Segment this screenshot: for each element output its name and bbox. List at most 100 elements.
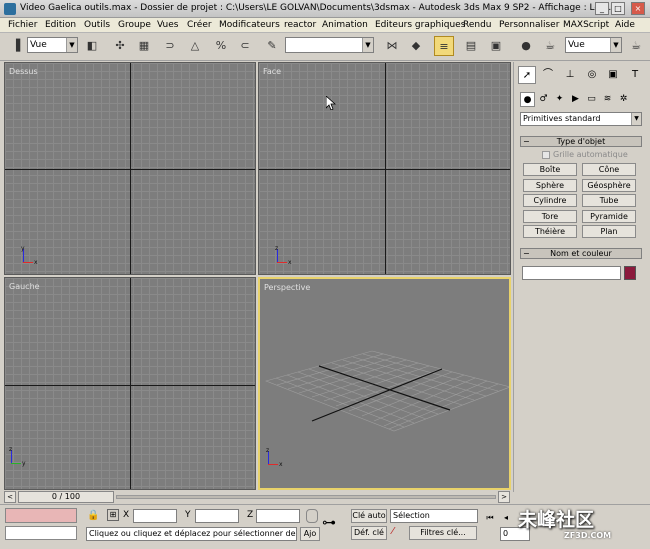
checkbox-box (542, 150, 550, 159)
viewport-label[interactable]: Dessus (9, 67, 38, 76)
curve-editor-icon[interactable]: ▤ (461, 36, 481, 56)
primitive-geosphere-button[interactable]: Géosphère (582, 179, 636, 192)
auto-key-button[interactable]: Clé auto (351, 509, 387, 523)
title-bar: Video Gaelica outils.max - Dossier de pr… (0, 0, 650, 18)
quick-render-icon[interactable]: ☕ (626, 36, 646, 56)
perspective-grid (265, 350, 509, 432)
schematic-view-icon[interactable]: ▣ (486, 36, 506, 56)
systems-icon[interactable]: ✲ (616, 92, 631, 107)
modify-tab-icon[interactable]: ⌒ (539, 66, 557, 84)
time-prev-button[interactable]: < (4, 491, 16, 503)
3dsmax-app-icon[interactable] (4, 3, 16, 15)
menu-creer[interactable]: Créer (187, 20, 212, 30)
cameras-icon[interactable]: ▶ (568, 92, 583, 107)
keyboard-shortcut-icon[interactable]: ▦ (134, 36, 154, 56)
z-coordinate-field[interactable] (256, 509, 300, 523)
menu-animation[interactable]: Animation (322, 20, 368, 30)
time-next-button[interactable]: > (498, 491, 510, 503)
lights-icon[interactable]: ✦ (552, 92, 567, 107)
viewport-top[interactable]: Dessus y x (4, 62, 256, 275)
menu-groupe[interactable]: Groupe (118, 20, 151, 30)
axis-x-label: x (288, 259, 292, 266)
maxscript-listener-white[interactable] (5, 526, 77, 540)
hierarchy-tab-icon[interactable]: ⊥ (561, 66, 579, 84)
object-name-field[interactable] (522, 266, 621, 280)
primitive-tube-button[interactable]: Tube (582, 194, 636, 207)
percent-snap-icon[interactable]: % (211, 36, 231, 56)
viewport-front[interactable]: Face z x (258, 62, 511, 275)
angle-snap-icon[interactable]: △ (185, 36, 205, 56)
undo-icon[interactable]: ▐ (6, 36, 26, 56)
menu-vues[interactable]: Vues (157, 20, 178, 30)
primitive-box-button[interactable]: Boîte (523, 163, 577, 176)
viewport-label[interactable]: Face (263, 67, 281, 76)
key-icon[interactable]: ⊶ (322, 515, 336, 531)
primitive-cylinder-button[interactable]: Cylindre (523, 194, 577, 207)
space-warps-icon[interactable]: ≋ (600, 92, 615, 107)
object-color-swatch[interactable] (624, 266, 636, 280)
lock-selection-icon[interactable]: 🔒 (87, 510, 99, 521)
menu-maxscript[interactable]: MAXScript (563, 20, 609, 30)
menu-aide[interactable]: Aide (615, 20, 635, 30)
menu-reactor[interactable]: reactor (284, 20, 316, 30)
select-manipulate-icon[interactable]: ✣ (110, 36, 130, 56)
primitive-plane-button[interactable]: Plan (582, 225, 636, 238)
menu-edition[interactable]: Edition (45, 20, 76, 30)
material-editor-icon[interactable]: ● (516, 36, 536, 56)
chevron-down-icon: ▼ (631, 113, 641, 125)
primitive-sphere-button[interactable]: Sphère (523, 179, 577, 192)
display-tab-icon[interactable]: ▣ (604, 66, 622, 84)
menu-personnaliser[interactable]: Personnaliser (499, 20, 559, 30)
primitive-teapot-button[interactable]: Théière (523, 225, 577, 238)
render-scene-icon[interactable]: ☕ (540, 36, 560, 56)
x-coordinate-field[interactable] (133, 509, 177, 523)
snap-3d-icon[interactable]: ⊃ (160, 36, 180, 56)
utilities-tab-icon[interactable]: T (626, 66, 644, 84)
named-selection-dropdown[interactable]: ▼ (285, 37, 374, 53)
layer-manager-icon[interactable]: ≡ (434, 36, 454, 56)
add-time-tag-button[interactable]: Ajo (300, 527, 320, 541)
rollout-object-type[interactable]: − Type d'objet (520, 136, 642, 147)
primitive-category-dropdown[interactable]: Primitives standard ▼ (520, 112, 642, 126)
menu-editeurs-graphiques[interactable]: Editeurs graphiques (375, 20, 465, 30)
render-type-dropdown[interactable]: Vue ▼ (565, 37, 622, 53)
grid-toggle-icon[interactable] (306, 509, 318, 523)
mirror-icon[interactable]: ⋈ (382, 36, 402, 56)
reference-coord-dropdown[interactable]: Vue ▼ (27, 37, 78, 53)
create-tab-icon[interactable]: ➚ (518, 66, 536, 84)
helpers-icon[interactable]: ▭ (584, 92, 599, 107)
geometry-icon[interactable]: ● (520, 92, 535, 107)
primitive-pyramid-button[interactable]: Pyramide (582, 210, 636, 223)
y-coordinate-field[interactable] (195, 509, 239, 523)
menu-rendu[interactable]: Rendu (463, 20, 492, 30)
named-selection-icon[interactable]: ✎ (262, 36, 282, 56)
shapes-icon[interactable]: ♂ (536, 92, 551, 107)
time-slider-track[interactable] (116, 495, 496, 499)
key-filters-button[interactable]: Filtres clé... (409, 526, 477, 540)
autogrid-checkbox[interactable]: Grille automatique (542, 150, 628, 159)
menu-fichier[interactable]: Fichier (8, 20, 37, 30)
primitive-torus-button[interactable]: Tore (523, 210, 577, 223)
spinner-snap-icon[interactable]: ⊂ (235, 36, 255, 56)
absolute-mode-icon[interactable]: ⊞ (107, 509, 119, 521)
goto-start-icon[interactable]: ⏮ (483, 511, 497, 525)
menu-outils[interactable]: Outils (84, 20, 110, 30)
pivot-center-icon[interactable]: ◧ (82, 36, 102, 56)
maxscript-listener-pink[interactable] (5, 508, 77, 523)
key-mode-dropdown[interactable]: Sélection (390, 509, 478, 523)
viewport-perspective[interactable]: Perspective z x (258, 277, 511, 490)
menu-modificateurs[interactable]: Modificateurs (219, 20, 280, 30)
rollout-name-color[interactable]: − Nom et couleur (520, 248, 642, 259)
motion-tab-icon[interactable]: ◎ (583, 66, 601, 84)
primitive-cone-button[interactable]: Cône (582, 163, 636, 176)
maximize-button[interactable]: □ (611, 2, 625, 15)
viewport-left[interactable]: Gauche z y (4, 277, 256, 490)
align-icon[interactable]: ◆ (406, 36, 426, 56)
close-button[interactable]: × (631, 2, 645, 15)
time-slider-thumb[interactable]: 0 / 100 (18, 491, 114, 503)
axis-tripod-icon: y x (21, 245, 39, 267)
minimize-button[interactable]: _ (595, 2, 609, 15)
viewport-label[interactable]: Gauche (9, 282, 40, 291)
set-key-button[interactable]: Déf. clé (351, 526, 387, 540)
prev-frame-icon[interactable]: ◂ (499, 511, 513, 525)
